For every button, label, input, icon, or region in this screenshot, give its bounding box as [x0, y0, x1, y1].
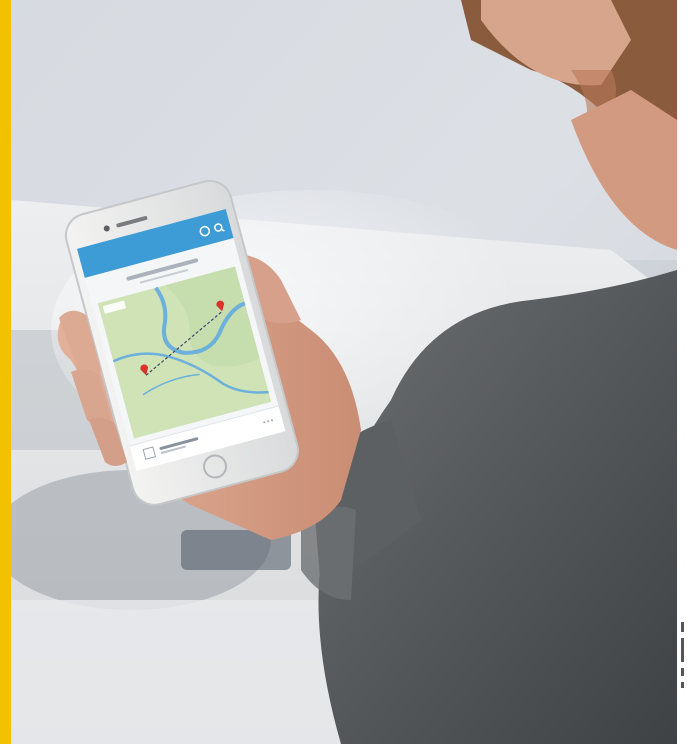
- scene: [11, 0, 677, 744]
- photograph: [11, 0, 677, 744]
- photo-frame: [0, 0, 688, 744]
- side-caption-marks: [681, 622, 688, 722]
- accent-bar: [0, 0, 11, 744]
- desk-front: [11, 600, 371, 744]
